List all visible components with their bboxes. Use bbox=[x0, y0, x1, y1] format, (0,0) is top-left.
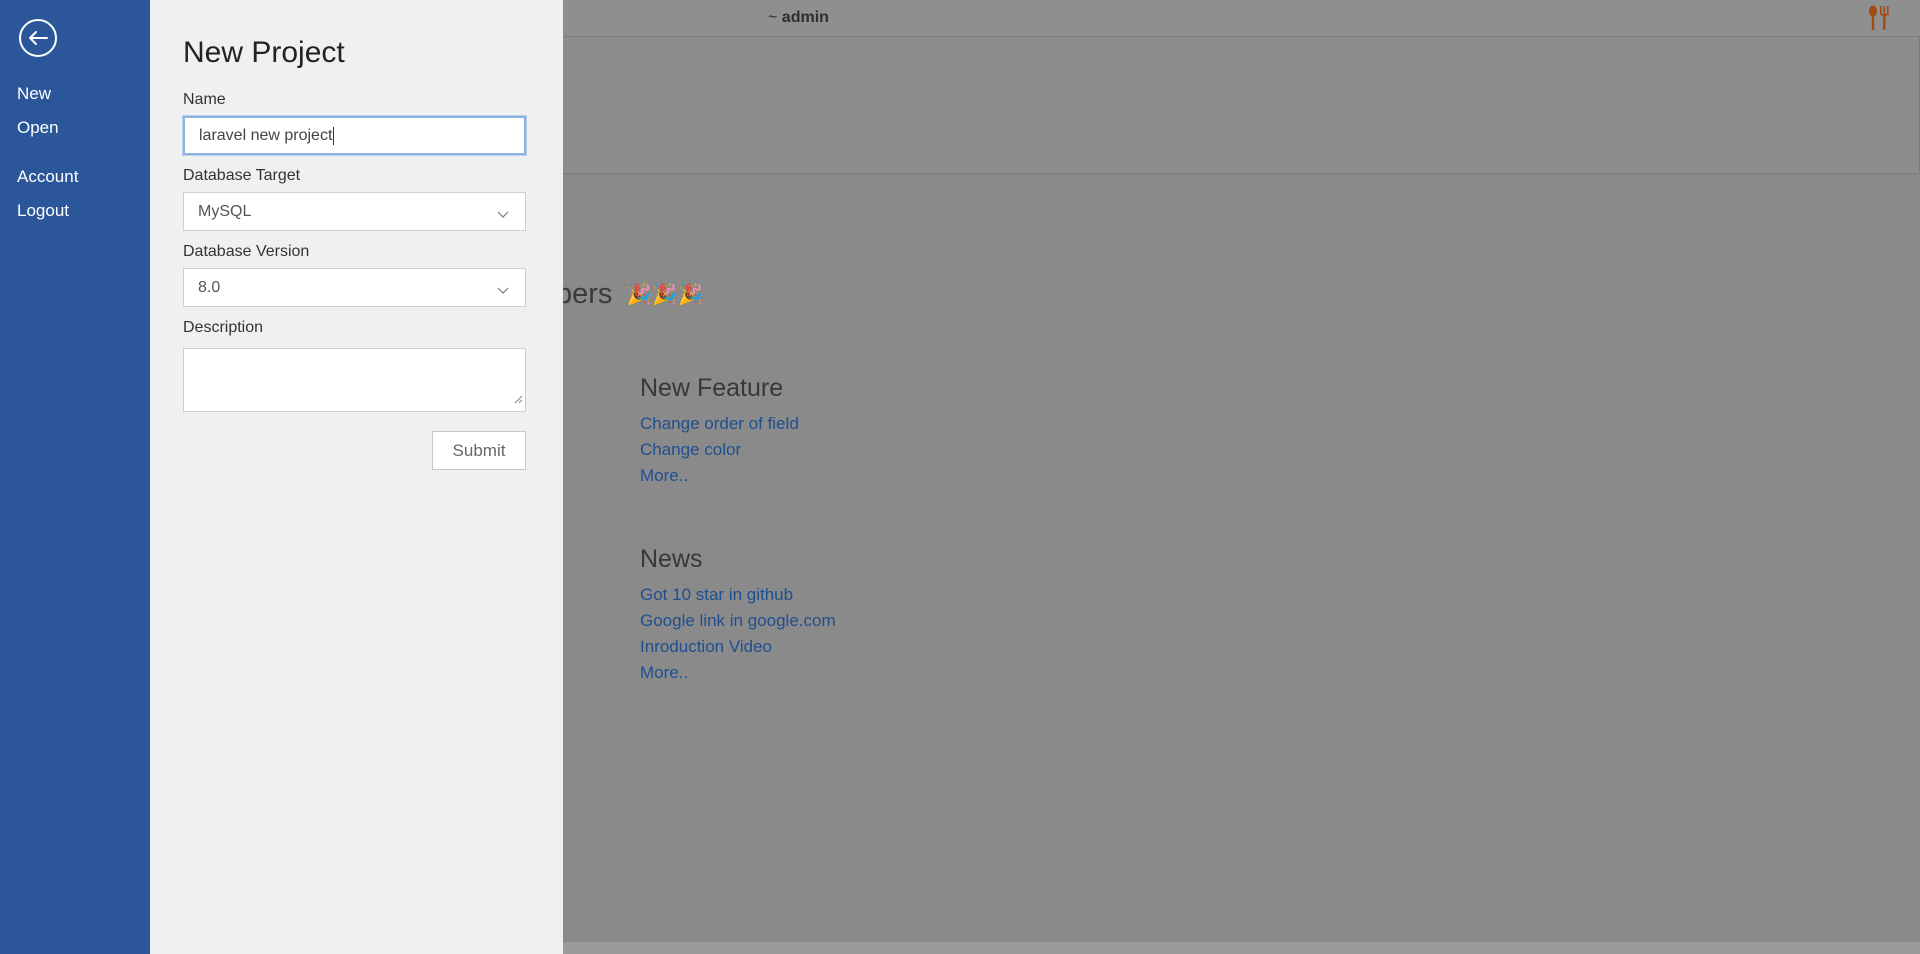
news-link[interactable]: Inroduction Video bbox=[640, 634, 836, 660]
submit-button[interactable]: Submit bbox=[432, 431, 526, 470]
user-prefix: ~ bbox=[768, 9, 778, 26]
feature-link[interactable]: Change color bbox=[640, 437, 799, 463]
database-target-value: MySQL bbox=[198, 202, 252, 220]
fork-spoon-icon bbox=[1866, 5, 1894, 31]
sidebar-item-open[interactable]: Open bbox=[17, 118, 59, 138]
back-arrow-icon[interactable] bbox=[19, 19, 57, 57]
database-target-select[interactable]: MySQL bbox=[183, 192, 526, 231]
resize-handle-icon[interactable] bbox=[513, 391, 523, 409]
welcome-text: pers bbox=[556, 278, 613, 310]
news-title: News bbox=[640, 545, 703, 573]
news-more-link[interactable]: More.. bbox=[640, 660, 836, 686]
text-caret bbox=[333, 126, 335, 145]
sidebar: New Open Account Logout bbox=[0, 0, 150, 954]
feature-more-link[interactable]: More.. bbox=[640, 463, 799, 489]
database-version-select[interactable]: 8.0 bbox=[183, 268, 526, 307]
name-input-value: laravel new project bbox=[199, 126, 333, 144]
chevron-down-icon bbox=[497, 282, 509, 300]
current-user: ~ admin bbox=[768, 9, 829, 27]
database-target-label: Database Target bbox=[183, 167, 301, 184]
database-version-value: 8.0 bbox=[198, 278, 221, 296]
news-link[interactable]: Got 10 star in github bbox=[640, 582, 836, 608]
new-feature-title: New Feature bbox=[640, 374, 784, 402]
description-label: Description bbox=[183, 319, 264, 336]
feature-link[interactable]: Change order of field bbox=[640, 411, 799, 437]
chevron-down-icon bbox=[497, 206, 509, 224]
panel-title: New Project bbox=[183, 36, 345, 69]
sidebar-item-account[interactable]: Account bbox=[17, 167, 78, 187]
new-project-panel: New Project Name laravel new project Dat… bbox=[150, 0, 563, 954]
name-label: Name bbox=[183, 91, 226, 108]
sidebar-item-new[interactable]: New bbox=[17, 84, 51, 104]
sidebar-item-logout[interactable]: Logout bbox=[17, 201, 69, 221]
username: admin bbox=[781, 9, 829, 26]
news-link[interactable]: Google link in google.com bbox=[640, 608, 836, 634]
confetti-icons: 🎉🎉🎉 bbox=[626, 284, 705, 306]
news-section: News Got 10 star in github Google link i… bbox=[640, 545, 836, 686]
name-input[interactable]: laravel new project bbox=[183, 116, 526, 155]
welcome-heading: pers 🎉🎉🎉 bbox=[556, 278, 704, 311]
database-version-label: Database Version bbox=[183, 243, 310, 260]
new-feature-section: New Feature Change order of field Change… bbox=[640, 374, 799, 489]
description-textarea[interactable] bbox=[183, 348, 526, 412]
